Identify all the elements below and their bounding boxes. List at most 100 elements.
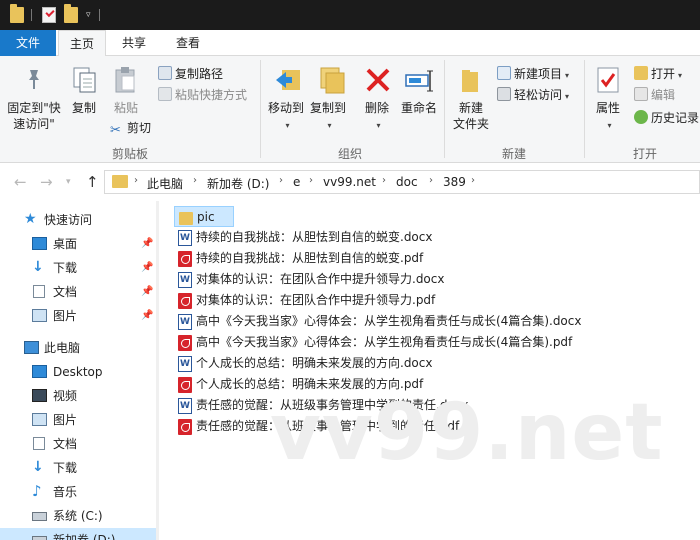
chevron-right-icon[interactable]: ›: [309, 175, 313, 186]
tab-view[interactable]: 查看: [166, 30, 210, 56]
properties-button[interactable]: 属性 ▾: [592, 100, 624, 134]
paste-button[interactable]: 粘贴: [108, 100, 144, 116]
copy-button[interactable]: 复制: [68, 100, 100, 116]
paste-shortcut-button[interactable]: 粘贴快捷方式: [158, 85, 247, 105]
word-document-icon: [178, 396, 192, 417]
up-arrow-icon[interactable]: ↑: [86, 173, 99, 191]
nav-pictures[interactable]: 图片 📌: [0, 304, 156, 328]
nav-drive-c[interactable]: 系统 (C:): [0, 504, 156, 528]
delete-button[interactable]: 删除 ▾: [360, 100, 394, 134]
breadcrumb-389[interactable]: 389: [443, 175, 466, 189]
breadcrumb-this-pc[interactable]: 此电脑: [147, 175, 183, 192]
tab-share[interactable]: 共享: [112, 30, 156, 56]
easy-access-button[interactable]: 轻松访问 ▾: [497, 85, 569, 105]
word-document-icon: [178, 270, 192, 291]
nav-pc-documents[interactable]: 文档: [0, 432, 156, 456]
recent-locations-icon[interactable]: ▾: [66, 177, 71, 187]
chevron-right-icon[interactable]: ›: [279, 175, 283, 186]
ribbon: 固定到"快 速访问" 复制 粘贴 复制路径 粘贴快捷方式 ✂ 剪切 剪贴板 移动到…: [0, 56, 700, 163]
nav-music[interactable]: ♪ 音乐: [0, 480, 156, 504]
back-arrow-icon[interactable]: ←: [14, 173, 27, 191]
nav-downloads[interactable]: ↓ 下载 📌: [0, 256, 156, 280]
new-folder-button[interactable]: 新建 文件夹: [450, 100, 492, 132]
dropdown-arrow-icon: ▾: [285, 121, 290, 130]
nav-pc-pictures[interactable]: 图片: [0, 408, 156, 432]
pdf-icon: [178, 251, 192, 267]
pin-icon: [24, 68, 44, 90]
video-icon: [32, 389, 47, 402]
group-separator: [260, 60, 261, 158]
properties-quick-icon[interactable]: [42, 7, 56, 23]
nav-this-pc[interactable]: 此电脑: [0, 336, 156, 360]
chevron-right-icon[interactable]: ›: [382, 175, 386, 186]
copy-path-button[interactable]: 复制路径: [158, 64, 223, 84]
address-bar[interactable]: › 此电脑 › 新加卷 (D:) › e › vv99.net › doc › …: [104, 170, 700, 194]
download-icon: ↓: [32, 459, 44, 475]
chevron-right-icon[interactable]: ›: [193, 175, 197, 186]
computer-icon: [24, 341, 39, 354]
edit-icon: [634, 87, 648, 101]
paste-icon: [114, 66, 138, 94]
delete-icon: [364, 66, 392, 94]
new-item-button[interactable]: 新建项目 ▾: [497, 64, 569, 84]
rename-button[interactable]: 重命名: [398, 100, 440, 116]
pdf-icon: [178, 293, 192, 309]
word-document-icon: [178, 312, 192, 333]
folder-icon: [10, 4, 24, 23]
pin-icon[interactable]: 📌: [141, 280, 153, 304]
copy-path-icon: [158, 66, 172, 80]
history-button[interactable]: 历史记录: [634, 108, 699, 128]
chevron-right-icon[interactable]: ›: [471, 175, 475, 186]
scrollbar[interactable]: [156, 201, 159, 540]
nav-quick-access[interactable]: ★ 快速访问: [0, 208, 156, 232]
new-folder-quick-icon[interactable]: [64, 4, 78, 23]
rename-icon: [404, 68, 434, 94]
properties-icon: [596, 66, 620, 94]
open-icon: [634, 66, 648, 80]
music-icon: ♪: [32, 482, 42, 500]
tab-file[interactable]: 文件: [0, 30, 56, 56]
nav-desktop[interactable]: 桌面 📌: [0, 232, 156, 256]
star-icon: ★: [24, 211, 37, 227]
breadcrumb-e[interactable]: e: [293, 175, 300, 189]
edit-button[interactable]: 编辑: [634, 85, 675, 105]
separator: [31, 9, 32, 21]
nav-videos[interactable]: 视频: [0, 384, 156, 408]
folder-icon: [179, 212, 193, 225]
document-icon: [33, 285, 45, 298]
pictures-icon: [32, 413, 47, 426]
forward-arrow-icon[interactable]: →: [40, 173, 53, 191]
desktop-icon: [32, 365, 47, 378]
pdf-icon: [178, 377, 192, 393]
group-separator: [584, 60, 585, 158]
cut-button[interactable]: ✂ 剪切: [110, 118, 151, 138]
word-document-icon: [178, 354, 192, 375]
customize-quick-access-icon[interactable]: ▿: [86, 10, 91, 20]
pin-icon[interactable]: 📌: [141, 232, 153, 256]
file-row[interactable]: pic: [174, 206, 234, 227]
chevron-right-icon[interactable]: ›: [134, 175, 138, 186]
history-icon: [634, 110, 648, 124]
breadcrumb-doc[interactable]: doc: [396, 175, 418, 189]
paste-shortcut-icon: [158, 87, 172, 101]
nav-pc-desktop[interactable]: Desktop: [0, 360, 156, 384]
pin-icon[interactable]: 📌: [141, 304, 153, 328]
tab-home[interactable]: 主页: [58, 30, 106, 57]
title-bar: ▿: [0, 0, 700, 30]
navigation-pane: ★ 快速访问 桌面 📌 ↓ 下载 📌 文档 📌 图片 📌 此电脑 Desktop…: [0, 201, 160, 540]
easy-access-icon: [497, 87, 511, 101]
open-button[interactable]: 打开 ▾: [634, 64, 682, 84]
breadcrumb-vv99[interactable]: vv99.net: [323, 175, 376, 189]
move-to-button[interactable]: 移动到 ▾: [264, 100, 308, 134]
separator: [99, 9, 100, 21]
copy-to-button[interactable]: 复制到 ▾: [306, 100, 350, 134]
pin-quick-access-button[interactable]: 固定到"快 速访问": [2, 100, 66, 132]
nav-drive-d[interactable]: 新加卷 (D:): [0, 528, 156, 540]
nav-documents[interactable]: 文档 📌: [0, 280, 156, 304]
chevron-right-icon[interactable]: ›: [429, 175, 433, 186]
dropdown-arrow-icon: ▾: [607, 121, 612, 130]
navigation-row: ← → ▾ ↑ › 此电脑 › 新加卷 (D:) › e › vv99.net …: [0, 163, 700, 201]
breadcrumb-volume-d[interactable]: 新加卷 (D:): [207, 175, 269, 192]
nav-pc-downloads[interactable]: ↓ 下载: [0, 456, 156, 480]
pin-icon[interactable]: 📌: [141, 256, 153, 280]
